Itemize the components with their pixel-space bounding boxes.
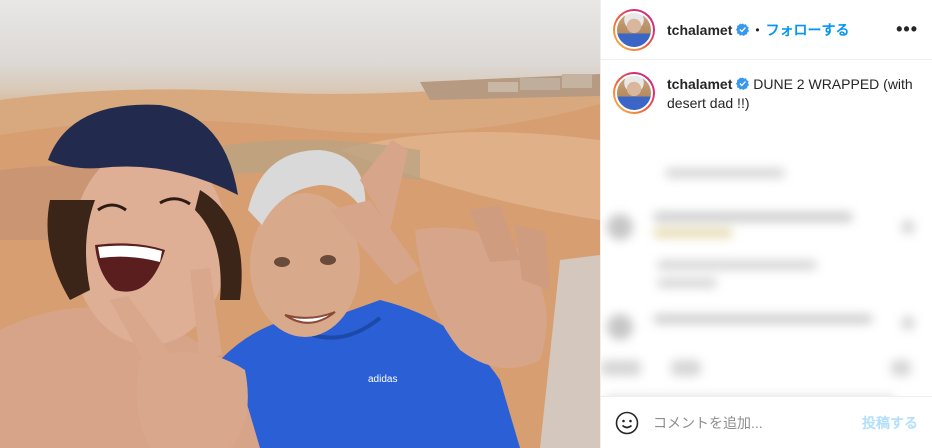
author-avatar[interactable] [613,8,655,51]
comment-input[interactable] [653,414,862,431]
blurred-comments [601,164,932,396]
instagram-post: adidas tchalamet • フォローする ••• tchalamet … [0,0,932,448]
adidas-logo-text: adidas [368,374,397,385]
author-username[interactable]: tchalamet [667,22,732,38]
post-comment-button[interactable]: 投稿する [862,413,918,433]
comment-bar: 投稿する [601,396,932,448]
caption-verified-badge-icon [736,77,750,90]
post-photo[interactable]: adidas [0,0,600,448]
more-options-icon[interactable]: ••• [896,19,918,40]
emoji-icon[interactable] [615,411,639,435]
caption-username[interactable]: tchalamet [667,76,732,92]
photo-illustration: adidas [0,74,600,448]
verified-badge-icon [736,23,750,36]
caption-avatar[interactable] [613,72,655,114]
header-separator: • [755,22,760,37]
post-caption: tchalamet DUNE 2 WRAPPED (with desert da… [613,72,920,114]
post-side-panel: tchalamet • フォローする ••• tchalamet DUNE 2 … [600,0,932,448]
follow-button[interactable]: フォローする [766,20,850,40]
post-header: tchalamet • フォローする ••• [601,0,932,60]
comments-section: tchalamet DUNE 2 WRAPPED (with desert da… [601,60,932,396]
